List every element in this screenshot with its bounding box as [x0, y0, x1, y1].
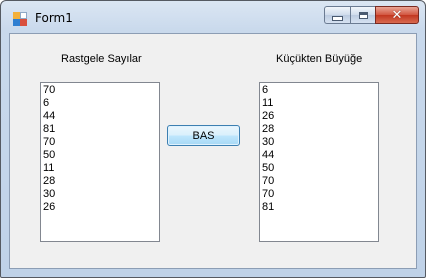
form-client-area: Rastgele Sayılar 70 6 44 81 70 50 11 28 30 26 BAS… [9, 33, 417, 269]
sorted-numbers-listbox[interactable]: 6 11 26 28 30 44 50 70 70 81 [259, 82, 379, 242]
list-item[interactable]: 6 [43, 97, 157, 110]
maximize-icon [358, 11, 368, 19]
list-item[interactable]: 30 [43, 188, 157, 201]
bas-button[interactable]: BAS [167, 125, 240, 146]
list-item[interactable]: 28 [262, 123, 376, 136]
list-item[interactable]: 81 [262, 201, 376, 214]
window-title: Form1 [35, 11, 73, 25]
list-item[interactable]: 26 [43, 201, 157, 214]
form-window: Form1 ✕ Rastgele Sayılar 70 6 44 81 70 50 11 28… [0, 0, 426, 278]
list-item[interactable]: 70 [43, 84, 157, 97]
app-form-icon[interactable] [13, 12, 27, 26]
random-numbers-label: Rastgele Sayılar [61, 53, 142, 65]
minimize-icon [332, 15, 343, 21]
list-item[interactable]: 26 [262, 110, 376, 123]
list-item[interactable]: 70 [43, 136, 157, 149]
list-item[interactable]: 11 [43, 162, 157, 175]
list-item[interactable]: 11 [262, 97, 376, 110]
close-button[interactable]: ✕ [375, 6, 419, 24]
list-item[interactable]: 6 [262, 84, 376, 97]
list-item[interactable]: 81 [43, 123, 157, 136]
caption-buttons: ✕ [324, 6, 419, 26]
list-item[interactable]: 50 [262, 162, 376, 175]
list-item[interactable]: 50 [43, 149, 157, 162]
minimize-button[interactable] [324, 6, 350, 24]
list-item[interactable]: 28 [43, 175, 157, 188]
sorted-numbers-label: Küçükten Büyüğe [276, 53, 363, 65]
list-item[interactable]: 44 [262, 149, 376, 162]
list-item[interactable]: 30 [262, 136, 376, 149]
close-icon: ✕ [391, 7, 403, 23]
random-numbers-listbox[interactable]: 70 6 44 81 70 50 11 28 30 26 [40, 82, 160, 242]
title-bar[interactable]: Form1 ✕ [1, 1, 425, 33]
list-item[interactable]: 44 [43, 110, 157, 123]
list-item[interactable]: 70 [262, 175, 376, 188]
maximize-button[interactable] [350, 6, 375, 24]
list-item[interactable]: 70 [262, 188, 376, 201]
